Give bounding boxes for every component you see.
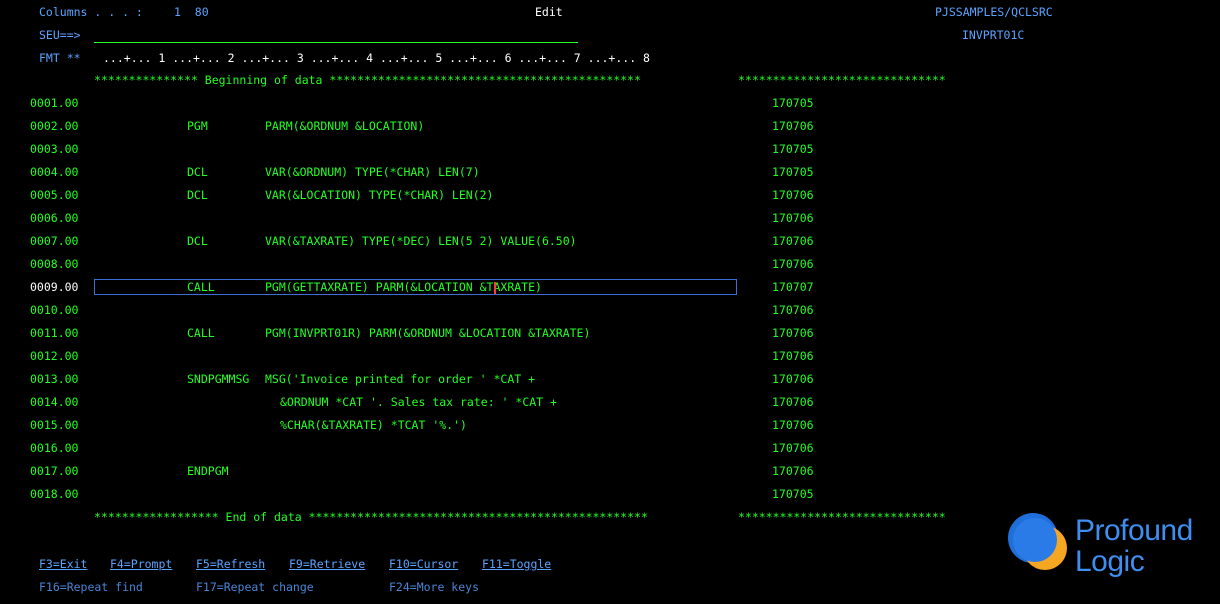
cl-parameters[interactable]: PARM(&ORDNUM &LOCATION)	[265, 119, 424, 133]
change-date: 170706	[772, 326, 814, 340]
seq-number[interactable]: 0008.00	[30, 257, 78, 271]
seq-number[interactable]: 0012.00	[30, 349, 78, 363]
cl-parameters-continued[interactable]: %CHAR(&TAXRATE) *TCAT '%.')	[280, 418, 467, 432]
cl-parameters-continued[interactable]: &ORDNUM *CAT '. Sales tax rate: ' *CAT +	[280, 395, 557, 409]
change-date: 170706	[772, 234, 814, 248]
seq-number[interactable]: 0007.00	[30, 234, 78, 248]
column-ruler: ...+... 1 ...+... 2 ...+... 3 ...+... 4 …	[103, 51, 650, 65]
cl-command[interactable]: DCL	[187, 165, 208, 179]
seq-number[interactable]: 0006.00	[30, 211, 78, 225]
f4-prompt-key[interactable]: F4=Prompt	[110, 557, 172, 571]
change-date: 170706	[772, 257, 814, 271]
cl-parameters[interactable]: PGM(INVPRT01R) PARM(&ORDNUM &LOCATION &T…	[265, 326, 590, 340]
text-cursor	[494, 282, 496, 294]
cl-parameters[interactable]: VAR(&TAXRATE) TYPE(*DEC) LEN(5 2) VALUE(…	[265, 234, 577, 248]
fmt-label: FMT **	[39, 51, 81, 65]
change-date: 170706	[772, 303, 814, 317]
change-date: 170706	[772, 211, 814, 225]
cl-command[interactable]: SNDPGMMSG	[187, 372, 249, 386]
change-date: 170706	[772, 188, 814, 202]
seq-number[interactable]: 0014.00	[30, 395, 78, 409]
seq-number[interactable]: 0004.00	[30, 165, 78, 179]
f24-more-keys-key[interactable]: F24=More keys	[389, 580, 479, 594]
f3-exit-key[interactable]: F3=Exit	[39, 557, 87, 571]
seq-number[interactable]: 0011.00	[30, 326, 78, 340]
seq-number[interactable]: 0003.00	[30, 142, 78, 156]
seq-number[interactable]: 0017.00	[30, 464, 78, 478]
seq-number[interactable]: 0002.00	[30, 119, 78, 133]
change-date: 170706	[772, 418, 814, 432]
logo-text-line1: Profound	[1075, 514, 1193, 547]
seq-number[interactable]: 0010.00	[30, 303, 78, 317]
f9-retrieve-key[interactable]: F9=Retrieve	[289, 557, 365, 571]
change-date: 170706	[772, 441, 814, 455]
change-date: 170705	[772, 487, 814, 501]
cl-command[interactable]: CALL	[187, 326, 215, 340]
cl-command[interactable]: DCL	[187, 234, 208, 248]
change-date: 170706	[772, 372, 814, 386]
cl-command[interactable]: CALL	[187, 280, 215, 294]
seq-number[interactable]: 0016.00	[30, 441, 78, 455]
mode-title: Edit	[535, 5, 563, 19]
f16-repeat-find-key[interactable]: F16=Repeat find	[39, 580, 143, 594]
end-of-data-marker-right: ******************************	[738, 510, 946, 524]
seu-command-input[interactable]	[94, 42, 578, 43]
cl-command[interactable]: PGM	[187, 119, 208, 133]
beginning-of-data-marker: *************** Beginning of data ******…	[94, 73, 641, 87]
change-date: 170706	[772, 395, 814, 409]
change-date: 170706	[772, 119, 814, 133]
cl-parameters[interactable]: MSG('Invoice printed for order ' *CAT +	[265, 372, 535, 386]
cl-command[interactable]: DCL	[187, 188, 208, 202]
cl-parameters[interactable]: VAR(&ORDNUM) TYPE(*CHAR) LEN(7)	[265, 165, 480, 179]
f10-cursor-key[interactable]: F10=Cursor	[389, 557, 458, 571]
columns-value: 1 80	[174, 5, 209, 19]
columns-label: Columns . . . :	[39, 5, 143, 19]
logo-text-line2: Logic	[1075, 545, 1145, 578]
cl-parameters[interactable]: VAR(&LOCATION) TYPE(*CHAR) LEN(2)	[265, 188, 493, 202]
seq-number[interactable]: 0001.00	[30, 96, 78, 110]
beginning-of-data-marker-right: ******************************	[738, 73, 946, 87]
member-name: INVPRT01C	[962, 28, 1025, 42]
change-date: 170705	[772, 142, 814, 156]
source-file: PJSSAMPLES/QCLSRC	[935, 5, 1053, 19]
seq-number-current[interactable]: 0009.00	[30, 280, 78, 294]
cl-parameters[interactable]: PGM(GETTAXRATE) PARM(&LOCATION &TAXRATE)	[265, 280, 542, 294]
change-date: 170705	[772, 96, 814, 110]
change-date: 170706	[772, 464, 814, 478]
seq-number[interactable]: 0005.00	[30, 188, 78, 202]
end-of-data-marker: ****************** End of data *********…	[94, 510, 648, 524]
logo-circles-icon	[1008, 513, 1067, 570]
f5-refresh-key[interactable]: F5=Refresh	[196, 557, 265, 571]
seu-prompt-label: SEU==>	[39, 28, 81, 42]
profound-logic-logo: Profound Logic	[1005, 512, 1215, 582]
f11-toggle-key[interactable]: F11=Toggle	[482, 557, 551, 571]
cl-command[interactable]: ENDPGM	[187, 464, 229, 478]
seq-number[interactable]: 0015.00	[30, 418, 78, 432]
seq-number[interactable]: 0013.00	[30, 372, 78, 386]
seq-number[interactable]: 0018.00	[30, 487, 78, 501]
change-date: 170706	[772, 349, 814, 363]
change-date: 170705	[772, 165, 814, 179]
change-date: 170707	[772, 280, 814, 294]
f17-repeat-change-key[interactable]: F17=Repeat change	[196, 580, 314, 594]
